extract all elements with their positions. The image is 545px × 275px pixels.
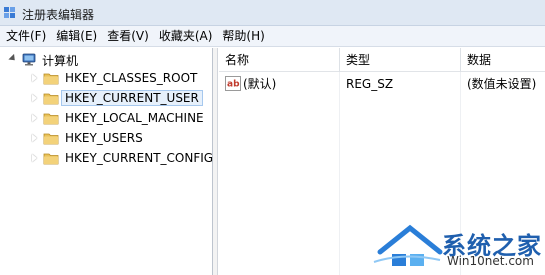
pane-splitter[interactable] bbox=[213, 48, 218, 275]
collapse-arrow-icon[interactable] bbox=[8, 56, 16, 64]
svg-text:ab: ab bbox=[227, 80, 240, 90]
menu-help[interactable]: 帮助(H) bbox=[220, 26, 270, 47]
menu-bar: 文件(F) 编辑(E) 查看(V) 收藏夹(A) 帮助(H) bbox=[0, 26, 545, 47]
tree-item-computer[interactable]: 计算机 bbox=[8, 50, 78, 70]
expand-arrow-icon[interactable] bbox=[30, 74, 38, 82]
column-header-type[interactable]: 类型 bbox=[340, 48, 460, 72]
tree-item-hkcu[interactable]: HKEY_CURRENT_USER bbox=[30, 88, 203, 108]
expand-arrow-icon[interactable] bbox=[30, 134, 38, 142]
menu-file[interactable]: 文件(F) bbox=[4, 26, 52, 47]
value-name: (默认) bbox=[243, 77, 277, 91]
registry-tree[interactable]: 计算机 HKEY_CLASSES_ROOT HKEY_CURRENT_USER bbox=[0, 48, 213, 275]
expand-arrow-icon[interactable] bbox=[30, 154, 38, 162]
watermark-url: Win10net.com bbox=[447, 254, 534, 268]
tree-item-label: HKEY_LOCAL_MACHINE bbox=[65, 111, 204, 125]
tree-item-label: HKEY_USERS bbox=[65, 131, 143, 145]
column-header-name[interactable]: 名称 bbox=[219, 48, 339, 72]
expand-arrow-icon[interactable] bbox=[30, 114, 38, 122]
folder-icon bbox=[43, 71, 59, 85]
tree-item-hkcc[interactable]: HKEY_CURRENT_CONFIG bbox=[30, 148, 213, 168]
tree-item-label: 计算机 bbox=[42, 53, 79, 68]
menu-edit[interactable]: 编辑(E) bbox=[54, 26, 103, 47]
menu-view[interactable]: 查看(V) bbox=[105, 26, 155, 47]
list-row[interactable]: ab (默认) REG_SZ (数值未设置) bbox=[219, 74, 545, 94]
tree-item-hklm[interactable]: HKEY_LOCAL_MACHINE bbox=[30, 108, 204, 128]
regedit-icon bbox=[3, 5, 17, 19]
list-header: 名称 类型 数据 bbox=[219, 48, 545, 72]
folder-icon bbox=[43, 131, 59, 145]
tree-item-hkcr[interactable]: HKEY_CLASSES_ROOT bbox=[30, 68, 197, 88]
tree-item-label: HKEY_CLASSES_ROOT bbox=[65, 71, 198, 85]
column-header-data[interactable]: 数据 bbox=[461, 48, 545, 72]
expand-arrow-icon[interactable] bbox=[30, 94, 38, 102]
value-data: (数值未设置) bbox=[467, 77, 537, 91]
value-type: REG_SZ bbox=[346, 77, 394, 91]
computer-icon bbox=[21, 53, 37, 67]
house-logo-icon bbox=[373, 224, 443, 266]
folder-icon bbox=[43, 111, 59, 125]
menu-favorites[interactable]: 收藏夹(A) bbox=[157, 26, 219, 47]
tree-item-label: HKEY_CURRENT_CONFIG bbox=[65, 151, 214, 165]
folder-icon bbox=[43, 151, 59, 165]
folder-icon bbox=[43, 91, 59, 105]
tree-item-label-selected: HKEY_CURRENT_USER bbox=[61, 90, 203, 106]
window-title: 注册表编辑器 bbox=[22, 8, 95, 22]
tree-item-hku[interactable]: HKEY_USERS bbox=[30, 128, 143, 148]
column-gridline bbox=[339, 72, 340, 275]
string-value-icon: ab bbox=[225, 76, 241, 91]
title-bar: 注册表编辑器 bbox=[0, 0, 545, 26]
